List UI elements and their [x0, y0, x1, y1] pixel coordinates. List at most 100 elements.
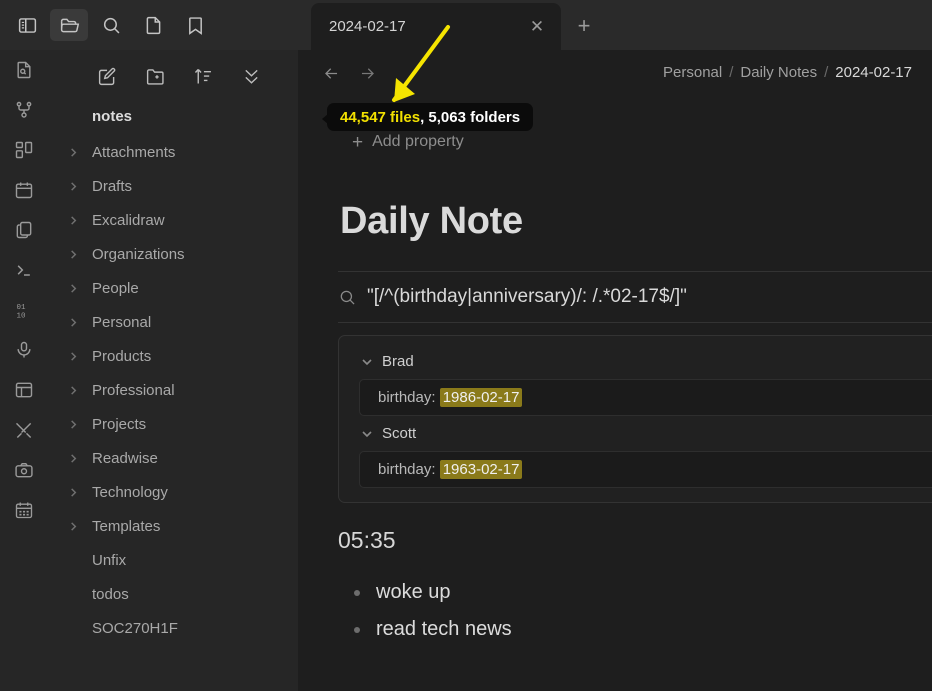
tree-item-label: Templates	[92, 517, 161, 535]
breadcrumb-segment-daily-notes[interactable]: Daily Notes	[740, 64, 817, 81]
view-header: Personal / Daily Notes / 2024-02-17	[298, 50, 932, 98]
tab-item[interactable]: 2024-02-17 ✕	[311, 3, 561, 50]
result-line[interactable]: birthday: 1963-02-17	[359, 451, 932, 488]
search-results: Brad birthday: 1986-02-17 Scott birthday…	[338, 335, 932, 503]
result-group-header[interactable]: Scott	[339, 416, 932, 451]
copy-files-icon[interactable]	[0, 210, 48, 250]
result-line[interactable]: birthday: 1986-02-17	[359, 379, 932, 416]
chevron-down-icon[interactable]	[361, 356, 373, 368]
tree-item-label: SOC270H1F	[92, 619, 178, 637]
tree-item-soc270h1f[interactable]: SOC270H1F	[48, 611, 298, 645]
list-item-label: woke up	[376, 581, 451, 603]
chevron-right-icon	[66, 383, 80, 397]
plus-icon: +	[352, 131, 364, 153]
tree-item-label: Drafts	[92, 177, 133, 195]
folder-tree: Attachments Drafts Excalidraw Organizati…	[48, 135, 298, 645]
tree-item-products[interactable]: Products	[48, 339, 298, 373]
tree-item-drafts[interactable]: Drafts	[48, 169, 298, 203]
chevron-right-icon	[66, 213, 80, 227]
tooltip-folder-count: , 5,063 folders	[420, 108, 521, 126]
new-folder-icon[interactable]	[144, 65, 166, 87]
tree-item-attachments[interactable]: Attachments	[48, 135, 298, 169]
sort-icon[interactable]	[192, 65, 214, 87]
chevron-right-icon	[66, 485, 80, 499]
microphone-icon[interactable]	[0, 330, 48, 370]
tab-strip: 2024-02-17 ✕ +	[0, 0, 932, 50]
breadcrumb-segment-personal[interactable]: Personal	[663, 64, 722, 81]
bookmark-icon[interactable]	[176, 9, 214, 41]
binary-icon: 01 10	[0, 290, 48, 330]
forward-arrow-icon[interactable]	[356, 62, 378, 84]
camera-icon[interactable]	[0, 450, 48, 490]
chevron-right-icon	[66, 417, 80, 431]
tree-item-label: Products	[92, 347, 152, 365]
layout-icon[interactable]	[0, 370, 48, 410]
result-group-label: Brad	[382, 353, 414, 370]
svg-text:01: 01	[17, 304, 27, 312]
tree-item-label: todos	[92, 585, 129, 603]
tools-icon[interactable]	[0, 410, 48, 450]
tree-item-todos[interactable]: todos	[48, 577, 298, 611]
result-key: birthday:	[378, 389, 436, 406]
chevron-right-icon	[66, 247, 80, 261]
tree-item-label: Personal	[92, 313, 152, 331]
collapse-all-icon[interactable]	[240, 65, 262, 87]
tree-item-excalidraw[interactable]: Excalidraw	[48, 203, 298, 237]
tree-item-label: Excalidraw	[92, 211, 165, 229]
list-item-label: read tech news	[376, 618, 512, 640]
calendar-days-icon[interactable]	[0, 490, 48, 530]
query-block[interactable]: "[/^(birthday|anniversary)/: /.*02-17$/]…	[338, 271, 932, 323]
result-group-header[interactable]: Brad	[339, 344, 932, 379]
new-note-icon[interactable]	[96, 65, 118, 87]
tree-item-readwise[interactable]: Readwise	[48, 441, 298, 475]
breadcrumb-separator: /	[824, 64, 829, 81]
list-item[interactable]: read tech news	[354, 611, 932, 648]
chevron-right-icon	[66, 145, 80, 159]
chevron-right-icon	[66, 281, 80, 295]
dashboard-icon[interactable]	[0, 130, 48, 170]
tree-item-label: Attachments	[92, 143, 176, 161]
result-value-highlight: 1986-02-17	[439, 388, 523, 407]
breadcrumb-segment-current[interactable]: 2024-02-17	[835, 64, 912, 81]
tree-item-technology[interactable]: Technology	[48, 475, 298, 509]
status-tooltip: 44,547 files , 5,063 folders	[321, 103, 534, 131]
query-text: "[/^(birthday|anniversary)/: /.*02-17$/]…	[367, 286, 687, 307]
svg-text:10: 10	[17, 313, 27, 321]
tree-item-personal[interactable]: Personal	[48, 305, 298, 339]
result-key: birthday:	[378, 461, 436, 478]
search-icon[interactable]	[92, 9, 130, 41]
graph-icon[interactable]	[0, 90, 48, 130]
new-tab-icon[interactable]: +	[570, 12, 598, 40]
folder-icon[interactable]	[50, 9, 88, 41]
navigation-arrows	[320, 62, 378, 84]
add-property-label: Add property	[372, 133, 464, 150]
result-value-highlight: 1963-02-17	[439, 460, 523, 479]
list-item[interactable]: woke up	[354, 574, 932, 611]
tree-item-templates[interactable]: Templates	[48, 509, 298, 543]
left-icon-rail: 01 10	[0, 0, 48, 691]
tree-item-people[interactable]: People	[48, 271, 298, 305]
tree-item-organizations[interactable]: Organizations	[48, 237, 298, 271]
tooltip-file-count: 44,547 files	[340, 108, 421, 126]
tree-item-projects[interactable]: Projects	[48, 407, 298, 441]
breadcrumb: Personal / Daily Notes / 2024-02-17	[663, 64, 932, 81]
tree-item-label: Projects	[92, 415, 147, 433]
file-explorer-pane: notes Attachments Drafts Excalidraw Orga…	[48, 50, 298, 691]
back-arrow-icon[interactable]	[320, 62, 342, 84]
close-icon[interactable]: ✕	[525, 15, 549, 39]
chevron-right-icon	[66, 179, 80, 193]
app-window: 01 10 2024-02-17 ✕ + notes Attachments D…	[0, 0, 932, 691]
terminal-icon[interactable]	[0, 250, 48, 290]
calendar-icon[interactable]	[0, 170, 48, 210]
chevron-down-icon[interactable]	[361, 428, 373, 440]
chevron-right-icon	[66, 315, 80, 329]
file-icon[interactable]	[134, 9, 172, 41]
toggle-sidebar-icon[interactable]	[8, 9, 46, 41]
tree-item-label: People	[92, 279, 139, 297]
tree-item-unfix[interactable]: Unfix	[48, 543, 298, 577]
file-search-icon[interactable]	[0, 50, 48, 90]
breadcrumb-separator: /	[729, 64, 734, 81]
bullet-list: woke up read tech news	[298, 554, 932, 648]
bullet-dot-icon	[354, 626, 360, 633]
tree-item-professional[interactable]: Professional	[48, 373, 298, 407]
